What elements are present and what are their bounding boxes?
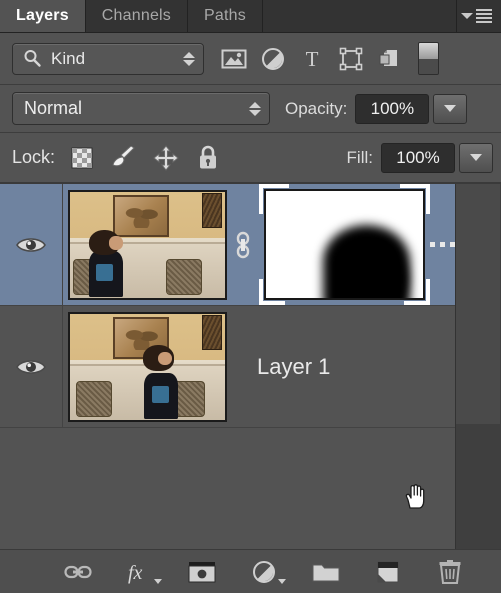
lock-position-icon[interactable] — [153, 144, 179, 171]
filter-shape-layers-icon[interactable] — [333, 42, 369, 76]
chevron-down-icon — [461, 13, 473, 19]
new-layer-icon[interactable] — [373, 557, 403, 587]
filter-enable-toggle[interactable] — [418, 42, 439, 75]
blend-mode-select[interactable]: Normal — [12, 92, 270, 125]
tab-channels-label: Channels — [101, 7, 171, 24]
tab-bar-filler — [262, 0, 457, 32]
new-adjustment-layer-icon[interactable] — [249, 557, 286, 587]
new-group-icon[interactable] — [311, 557, 341, 587]
fill-label: Fill: — [346, 147, 373, 167]
tab-paths-label: Paths — [204, 7, 246, 24]
fill-value: 100% — [396, 147, 440, 167]
chevron-down-icon — [277, 578, 286, 584]
lock-row: Lock: Fill: 100% — [0, 133, 501, 183]
layer-visibility-toggle[interactable] — [0, 306, 63, 427]
tab-layers-label: Layers — [16, 7, 69, 24]
layer-mask-wrap[interactable] — [259, 184, 430, 305]
hamburger-menu-icon — [476, 9, 492, 23]
layer-name-label[interactable]: Layer 1 — [227, 306, 330, 427]
layer-thumbnail-wrap[interactable] — [63, 306, 227, 427]
layer-thumbnail-photo[interactable] — [68, 311, 227, 422]
chevron-down-icon — [470, 154, 482, 161]
layer-overflow-indicator[interactable] — [430, 184, 471, 305]
lock-all-icon[interactable] — [195, 145, 221, 171]
link-layers-icon[interactable] — [63, 557, 93, 587]
tab-layers[interactable]: Layers — [0, 0, 86, 32]
lock-transparent-pixels-icon[interactable] — [69, 145, 95, 171]
add-layer-mask-icon[interactable] — [187, 557, 217, 587]
layer-mask-thumbnail[interactable] — [264, 189, 425, 300]
opacity-label: Opacity: — [285, 98, 348, 118]
lock-image-pixels-icon[interactable] — [111, 145, 137, 171]
delete-layer-icon[interactable] — [435, 557, 465, 587]
panel-tab-bar: Layers Channels Paths — [0, 0, 501, 33]
layer-mask-selected-indicator — [259, 184, 430, 305]
layer-row-masked[interactable] — [0, 184, 455, 306]
filter-kind-label: Kind — [51, 48, 86, 68]
opacity-input[interactable]: 100% — [355, 93, 430, 124]
layer-row-layer-1[interactable]: Layer 1 — [0, 306, 455, 428]
fill-dropdown-button[interactable] — [459, 142, 493, 173]
tab-channels[interactable]: Channels — [85, 0, 188, 32]
eye-icon — [16, 359, 46, 374]
mask-link-button[interactable] — [227, 184, 259, 305]
blend-mode-value: Normal — [24, 98, 83, 118]
eye-icon — [16, 237, 46, 252]
layer-thumbnail-photo[interactable] — [68, 189, 227, 300]
layers-panel: Layers Channels Paths Kind T Normal Opac… — [0, 0, 501, 593]
layer-thumbnail-wrap[interactable] — [63, 184, 227, 305]
layer-list: Layer 1 — [0, 183, 501, 549]
mask-link-icon — [236, 231, 250, 258]
blend-mode-row: Normal Opacity: 100% — [0, 85, 501, 133]
chevron-down-icon — [153, 578, 162, 584]
filter-type-layers-icon[interactable]: T — [294, 42, 330, 76]
filter-smart-object-icon[interactable] — [372, 42, 408, 76]
opacity-dropdown-button[interactable] — [433, 93, 468, 124]
filter-adjustment-layers-icon[interactable] — [255, 42, 291, 76]
search-icon — [24, 50, 41, 67]
svg-text:T: T — [306, 47, 319, 71]
layer-style-fx-icon[interactable]: fx — [125, 557, 162, 587]
tab-paths[interactable]: Paths — [188, 0, 263, 32]
stepper-updown-icon[interactable] — [249, 101, 261, 116]
layer-visibility-toggle[interactable] — [0, 184, 63, 305]
layers-bottom-toolbar: fx — [0, 549, 501, 593]
lock-label: Lock: — [12, 147, 56, 167]
filter-row: Kind T — [0, 33, 501, 85]
svg-text:fx: fx — [128, 562, 143, 584]
lock-icon-group — [69, 144, 221, 171]
filter-pixel-layers-icon[interactable] — [216, 42, 252, 76]
fill-input[interactable]: 100% — [381, 142, 455, 173]
filter-kind-select[interactable]: Kind — [12, 42, 204, 75]
opacity-value: 100% — [370, 98, 415, 118]
filter-type-icons: T — [216, 42, 439, 76]
stepper-updown-icon[interactable] — [183, 51, 195, 66]
layer-list-empty-area — [0, 428, 501, 528]
chevron-down-icon — [444, 105, 457, 112]
panel-menu-button[interactable] — [457, 0, 501, 32]
